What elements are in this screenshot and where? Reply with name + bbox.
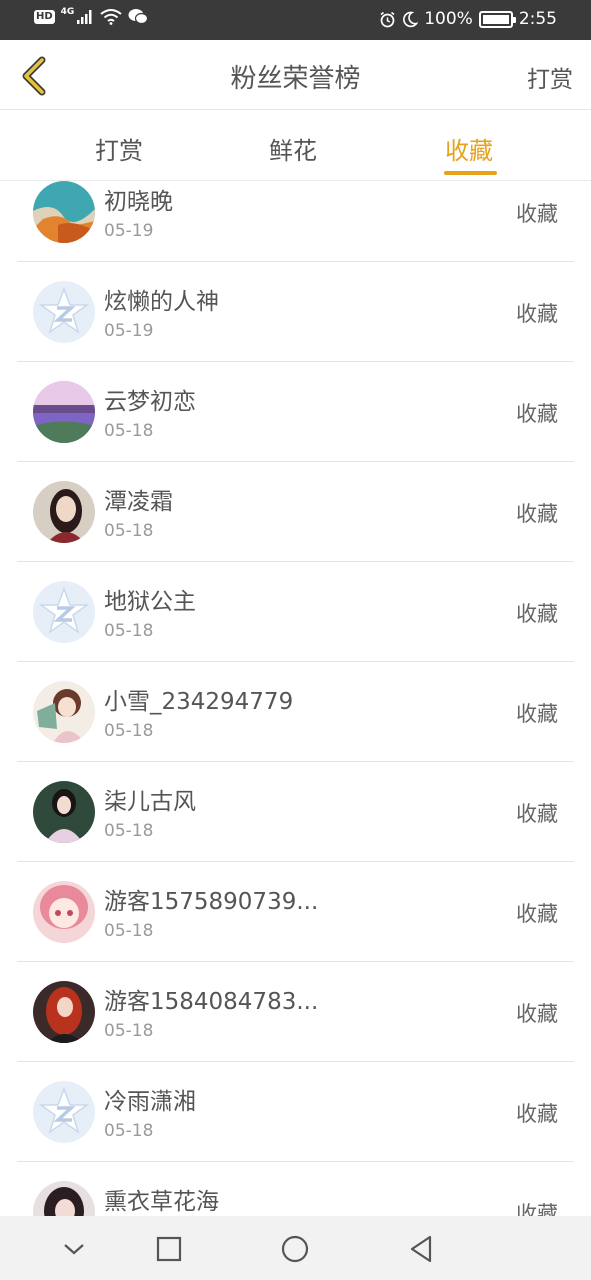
fan-action: 收藏 bbox=[516, 1102, 558, 1126]
fan-date: 05-18 bbox=[104, 521, 154, 541]
fan-action: 收藏 bbox=[516, 302, 558, 326]
tab-reward[interactable]: 打赏 bbox=[95, 131, 143, 166]
avatar bbox=[33, 981, 95, 1043]
fan-name: 云梦初恋 bbox=[104, 389, 196, 415]
fan-action: 收藏 bbox=[516, 402, 558, 426]
list-item[interactable]: 炫懒的人神 05-19 收藏 bbox=[17, 262, 574, 362]
nav-back-button[interactable] bbox=[404, 1232, 438, 1266]
avatar bbox=[33, 581, 95, 643]
alarm-icon bbox=[380, 11, 395, 27]
nav-home-button[interactable] bbox=[278, 1232, 312, 1266]
avatar bbox=[33, 381, 95, 443]
fan-name: 柒儿古风 bbox=[104, 789, 196, 815]
fan-action: 收藏 bbox=[516, 1002, 558, 1026]
fan-name: 游客1584084783... bbox=[104, 989, 319, 1015]
active-tab-indicator bbox=[444, 171, 497, 175]
list-item[interactable]: 地狱公主 05-18 收藏 bbox=[17, 562, 574, 662]
tab-flowers[interactable]: 鲜花 bbox=[269, 131, 317, 166]
list-item[interactable]: 熏衣草花海 收藏 bbox=[17, 1162, 574, 1216]
fan-date: 05-18 bbox=[104, 421, 154, 441]
list-item[interactable]: 冷雨潇湘 05-18 收藏 bbox=[17, 1062, 574, 1162]
avatar bbox=[33, 1181, 95, 1216]
list-item[interactable]: 柒儿古风 05-18 收藏 bbox=[17, 762, 574, 862]
hd-badge: HD bbox=[34, 9, 55, 24]
fan-action: 收藏 bbox=[516, 202, 558, 226]
fan-name: 炫懒的人神 bbox=[104, 289, 219, 315]
fan-action: 收藏 bbox=[516, 802, 558, 826]
fan-name: 熏衣草花海 bbox=[104, 1189, 219, 1215]
fan-name: 小雪_234294779 bbox=[104, 689, 294, 715]
clock: 2:55 bbox=[518, 9, 557, 29]
list-item[interactable]: 云梦初恋 05-18 收藏 bbox=[17, 362, 574, 462]
header-bar: 粉丝荣誉榜 打赏 bbox=[0, 40, 591, 110]
status-right: 100% 2:55 bbox=[379, 9, 557, 29]
status-left: HD 4G bbox=[34, 6, 149, 25]
fan-action: 收藏 bbox=[516, 1202, 558, 1216]
list-item[interactable]: 初晓晚 05-19 收藏 bbox=[17, 181, 574, 262]
fan-name: 地狱公主 bbox=[104, 589, 196, 615]
fan-name: 初晓晚 bbox=[104, 189, 173, 215]
signal-icon bbox=[77, 9, 92, 24]
network-type: 4G bbox=[60, 6, 75, 17]
fan-date: 05-19 bbox=[104, 321, 154, 341]
square-icon bbox=[156, 1236, 182, 1262]
system-nav-bar bbox=[0, 1216, 591, 1280]
fan-date: 05-18 bbox=[104, 1121, 154, 1141]
fan-name: 冷雨潇湘 bbox=[104, 1089, 196, 1115]
fan-name: 潭凌霜 bbox=[104, 489, 173, 515]
avatar bbox=[33, 1081, 95, 1143]
circle-icon bbox=[281, 1235, 309, 1263]
reward-button[interactable]: 打赏 bbox=[527, 60, 573, 94]
nav-recents-button[interactable] bbox=[152, 1232, 186, 1266]
wechat-icon bbox=[128, 9, 149, 25]
fan-list[interactable]: 初晓晚 05-19 收藏 炫懒的人神 05-19 收藏 云梦初恋 05-18 收… bbox=[0, 181, 591, 1216]
nav-collapse-button[interactable] bbox=[57, 1232, 91, 1266]
fan-date: 05-18 bbox=[104, 621, 154, 641]
avatar bbox=[33, 181, 95, 243]
page-title: 粉丝荣誉榜 bbox=[230, 64, 361, 94]
wifi-icon bbox=[100, 8, 122, 25]
list-item[interactable]: 潭凌霜 05-18 收藏 bbox=[17, 462, 574, 562]
avatar bbox=[33, 781, 95, 843]
fan-action: 收藏 bbox=[516, 702, 558, 726]
back-triangle-icon bbox=[410, 1235, 432, 1263]
fan-date: 05-18 bbox=[104, 821, 154, 841]
fan-date: 05-19 bbox=[104, 221, 154, 241]
fan-action: 收藏 bbox=[516, 902, 558, 926]
battery-percent: 100% bbox=[424, 9, 473, 29]
tab-favorites[interactable]: 收藏 bbox=[445, 131, 493, 166]
battery-icon bbox=[478, 10, 516, 28]
avatar bbox=[33, 881, 95, 943]
avatar bbox=[33, 281, 95, 343]
list-item[interactable]: 游客1575890739... 05-18 收藏 bbox=[17, 862, 574, 962]
chevron-down-icon bbox=[64, 1244, 84, 1255]
fan-name: 游客1575890739... bbox=[104, 889, 319, 915]
avatar bbox=[33, 481, 95, 543]
status-bar: HD 4G 100% 2:55 bbox=[0, 0, 591, 40]
fan-action: 收藏 bbox=[516, 502, 558, 526]
tab-bar: 打赏 鲜花 收藏 bbox=[0, 111, 591, 181]
fan-date: 05-18 bbox=[104, 721, 154, 741]
fan-action: 收藏 bbox=[516, 602, 558, 626]
avatar bbox=[33, 681, 95, 743]
moon-icon bbox=[403, 11, 419, 27]
fan-date: 05-18 bbox=[104, 921, 154, 941]
list-item[interactable]: 游客1584084783... 05-18 收藏 bbox=[17, 962, 574, 1062]
list-item[interactable]: 小雪_234294779 05-18 收藏 bbox=[17, 662, 574, 762]
fan-date: 05-18 bbox=[104, 1021, 154, 1041]
